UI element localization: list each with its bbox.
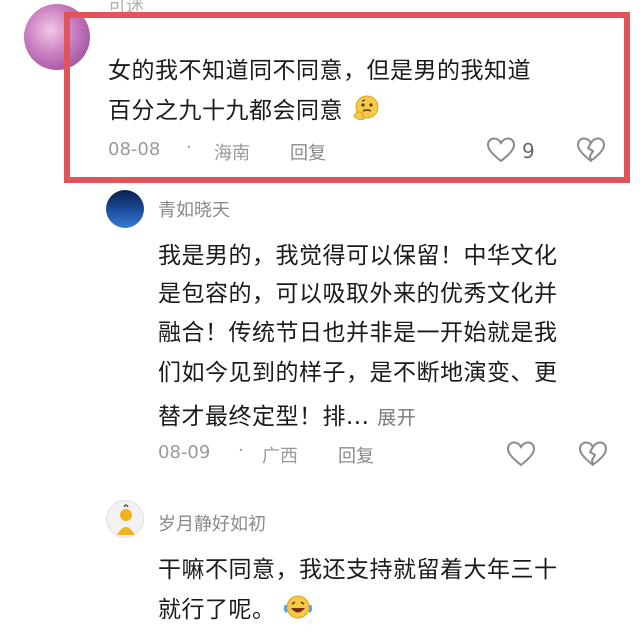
comment-username[interactable]: 可迷 xyxy=(108,0,144,18)
comment-location: 广西 xyxy=(262,446,298,467)
comment-date: 08-09 xyxy=(158,442,211,463)
comment-text-line: 们如今见到的样子，是不断地演变、更 xyxy=(158,360,558,386)
broken-heart-icon xyxy=(576,137,606,168)
heart-icon xyxy=(486,136,516,168)
comment-date: 08-08 xyxy=(108,139,161,160)
comment-username[interactable]: 青如晓天 xyxy=(158,196,230,222)
comment-text-line: 是包容的，可以吸取外来的优秀文化并 xyxy=(158,281,558,307)
comment-location: 海南 xyxy=(214,143,250,164)
reply-button[interactable]: 回复 xyxy=(290,139,326,165)
broken-heart-icon xyxy=(578,441,608,472)
expand-link[interactable]: 展开 xyxy=(377,407,416,429)
like-button[interactable]: 9 xyxy=(486,136,550,166)
comment-text-line: 百分之九十九都会同意 xyxy=(108,91,381,128)
like-button[interactable] xyxy=(506,440,536,472)
comment-text-line: 就行了呢。 xyxy=(158,590,313,627)
dislike-button[interactable] xyxy=(578,440,608,472)
avatar[interactable] xyxy=(106,500,144,538)
meta-separator: · xyxy=(186,137,192,158)
thinking-face-emoji xyxy=(351,94,381,128)
comment-text-line: 我是男的，我觉得可以保留！中华文化 xyxy=(158,243,558,269)
avatar[interactable] xyxy=(24,4,90,70)
comment-text-line: 干嘛不同意，我还支持就留着大年三十 xyxy=(158,557,558,583)
meta-separator: · xyxy=(238,440,244,461)
dislike-button[interactable] xyxy=(576,136,606,168)
comment-username[interactable]: 岁月静好如初 xyxy=(158,510,266,536)
heart-icon xyxy=(506,441,536,472)
comment-text-line: 替才最终定型！排... 展开 xyxy=(158,404,417,430)
comment-text-line: 女的我不知道同不同意，但是男的我知道 xyxy=(108,58,531,84)
reply-button[interactable]: 回复 xyxy=(338,442,374,468)
avatar[interactable] xyxy=(106,190,144,228)
comment-text-line: 融合！传统节日也并非是一开始就是我 xyxy=(158,320,558,346)
avatar-figure xyxy=(117,504,135,535)
like-count: 9 xyxy=(522,139,535,163)
laughing-tears-emoji xyxy=(283,593,313,627)
